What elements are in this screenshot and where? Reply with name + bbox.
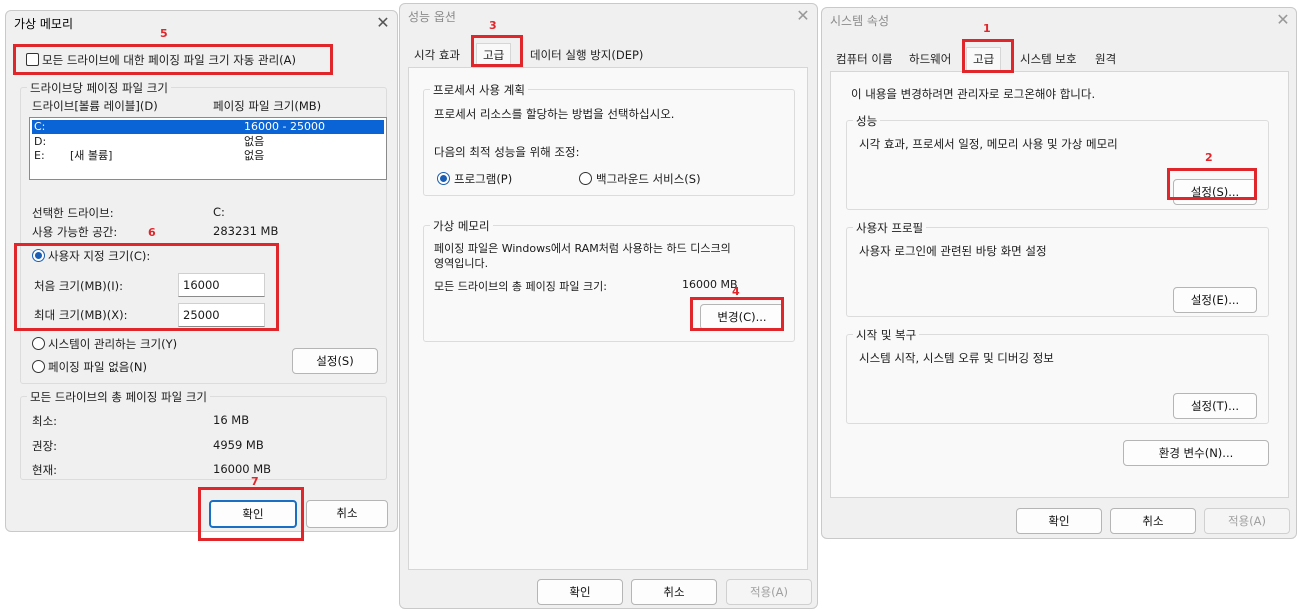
initial-size-label: 처음 크기(MB)(I):: [34, 279, 123, 293]
environment-variables-button[interactable]: 환경 변수(N)...: [1123, 440, 1269, 466]
tab-strip: 컴퓨터 이름 하드웨어 고급 시스템 보호 원격: [830, 47, 1290, 72]
drive-letter: E:: [34, 149, 45, 162]
ok-button[interactable]: 확인: [537, 579, 623, 605]
total-size-group: 모든 드라이브의 총 페이징 파일 크기: [20, 389, 387, 480]
programs-label: 프로그램(P): [454, 172, 513, 186]
close-icon[interactable]: ✕: [1273, 10, 1293, 30]
column-header-size: 페이징 파일 크기(MB): [213, 99, 322, 113]
custom-size-label: 사용자 지정 크기(C):: [48, 249, 151, 263]
apply-button[interactable]: 적용(A): [726, 579, 812, 605]
cancel-button[interactable]: 취소: [306, 500, 388, 528]
drive-list[interactable]: C: 16000 - 25000 D: 없음 E: [새 볼륨] 없음: [29, 117, 387, 180]
performance-desc: 시각 효과, 프로세서 일정, 메모리 사용 및 가상 메모리: [859, 137, 1118, 151]
adjust-label: 다음의 최적 성능을 위해 조정:: [434, 145, 580, 159]
close-icon[interactable]: ✕: [793, 6, 813, 26]
selected-drive-label: 선택한 드라이브:: [32, 206, 114, 220]
current-label: 현재:: [32, 463, 58, 477]
drive-volume-label: [새 볼륨]: [70, 149, 113, 162]
tab-remote[interactable]: 원격: [1089, 48, 1122, 70]
drive-size: 없음: [244, 135, 265, 148]
apply-button[interactable]: 적용(A): [1204, 508, 1290, 534]
drive-letter: C:: [34, 120, 46, 133]
vm-total-value: 16000 MB: [682, 278, 738, 291]
virtual-memory-group-label: 가상 메모리: [430, 218, 493, 234]
system-properties-dialog: 시스템 속성 ✕ 컴퓨터 이름 하드웨어 고급 시스템 보호 원격 이 내용을 …: [821, 7, 1297, 539]
performance-settings-button[interactable]: 설정(S)...: [1173, 179, 1257, 205]
free-space-value: 283231 MB: [213, 224, 279, 238]
no-paging-radio[interactable]: [32, 360, 45, 373]
tab-computer-name[interactable]: 컴퓨터 이름: [830, 48, 899, 70]
performance-options-dialog: 성능 옵션 ✕ 시각 효과 고급 데이터 실행 방지(DEP) 프로세서 사용 …: [399, 3, 818, 609]
user-profile-settings-button[interactable]: 설정(E)...: [1173, 287, 1257, 313]
custom-size-radio[interactable]: [32, 249, 45, 262]
dialog-title: 가상 메모리: [14, 17, 74, 31]
free-space-label: 사용 가능한 공간:: [32, 225, 118, 239]
annotation-number-4: 4: [732, 285, 740, 298]
annotation-number-3: 3: [489, 19, 497, 32]
auto-manage-label: 모든 드라이브에 대한 페이징 파일 크기 자동 관리(A): [42, 53, 297, 67]
user-profile-group-label: 사용자 프로필: [853, 220, 927, 236]
drive-size: 16000 - 25000: [244, 120, 325, 133]
vm-total-label: 모든 드라이브의 총 페이징 파일 크기:: [434, 280, 607, 293]
list-item[interactable]: D: 없음: [32, 135, 384, 149]
list-item[interactable]: C: 16000 - 25000: [32, 120, 384, 134]
user-profile-desc: 사용자 로그인에 관련된 바탕 화면 설정: [859, 244, 1047, 258]
min-value: 16 MB: [213, 413, 250, 427]
no-paging-label: 페이징 파일 없음(N): [48, 360, 147, 374]
tab-system-protection[interactable]: 시스템 보호: [1014, 48, 1083, 70]
current-value: 16000 MB: [213, 462, 272, 476]
ok-button[interactable]: 확인: [1016, 508, 1102, 534]
auto-manage-checkbox[interactable]: [26, 53, 39, 66]
annotation-number-1: 1: [983, 22, 991, 35]
dialog-title: 시스템 속성: [830, 14, 890, 28]
processor-desc: 프로세서 리소스를 할당하는 방법을 선택하십시오.: [434, 107, 675, 121]
annotation-number-6: 6: [148, 226, 156, 239]
vm-desc-line2: 영역입니다.: [434, 257, 489, 270]
tab-advanced[interactable]: 고급: [966, 47, 1002, 71]
set-button[interactable]: 설정(S): [292, 348, 378, 374]
recommended-label: 권장:: [32, 439, 58, 453]
list-item[interactable]: E: [새 볼륨] 없음: [32, 149, 384, 163]
tab-content: 프로세서 사용 계획 프로세서 리소스를 할당하는 방법을 선택하십시오. 다음…: [408, 67, 808, 570]
max-size-input[interactable]: 25000: [178, 303, 265, 327]
column-header-drive: 드라이브[볼륨 레이블](D): [32, 99, 158, 113]
annotation-number-2: 2: [1205, 151, 1213, 164]
max-size-label: 최대 크기(MB)(X):: [34, 308, 128, 322]
startup-recovery-group-label: 시작 및 복구: [853, 327, 920, 343]
tab-dep[interactable]: 데이터 실행 방지(DEP): [524, 44, 649, 66]
background-services-label: 백그라운드 서비스(S): [596, 172, 701, 186]
system-managed-radio[interactable]: [32, 337, 45, 350]
min-label: 최소:: [32, 414, 58, 428]
system-managed-label: 시스템이 관리하는 크기(Y): [48, 337, 178, 351]
vm-desc-line1: 페이징 파일은 Windows에서 RAM처럼 사용하는 하드 디스크의: [434, 242, 731, 255]
startup-recovery-desc: 시스템 시작, 시스템 오류 및 디버깅 정보: [859, 351, 1054, 365]
annotation-number-5: 5: [160, 27, 168, 40]
background-services-radio[interactable]: [579, 172, 592, 185]
tab-advanced[interactable]: 고급: [476, 43, 512, 67]
cancel-button[interactable]: 취소: [1110, 508, 1196, 534]
performance-group-label: 성능: [853, 113, 881, 129]
dialog-title: 성능 옵션: [408, 10, 456, 24]
admin-note: 이 내용을 변경하려면 관리자로 로그온해야 합니다.: [851, 87, 1096, 101]
tab-hardware[interactable]: 하드웨어: [903, 48, 957, 70]
annotation-number-7: 7: [251, 475, 259, 488]
recommended-value: 4959 MB: [213, 438, 264, 452]
tab-content: 이 내용을 변경하려면 관리자로 로그온해야 합니다. 성능 시각 효과, 프로…: [830, 71, 1289, 498]
drive-size: 없음: [244, 149, 265, 162]
programs-radio[interactable]: [437, 172, 450, 185]
selected-drive-value: C:: [213, 205, 225, 219]
virtual-memory-dialog: 가상 메모리 ✕ 모든 드라이브에 대한 페이징 파일 크기 자동 관리(A) …: [5, 10, 398, 532]
startup-recovery-settings-button[interactable]: 설정(T)...: [1173, 393, 1257, 419]
change-button[interactable]: 변경(C)...: [700, 304, 784, 330]
close-icon[interactable]: ✕: [373, 13, 393, 33]
cancel-button[interactable]: 취소: [631, 579, 717, 605]
tab-strip: 시각 효과 고급 데이터 실행 방지(DEP): [408, 43, 808, 68]
processor-group-label: 프로세서 사용 계획: [430, 82, 528, 98]
per-drive-group-label: 드라이브당 페이징 파일 크기: [27, 80, 171, 96]
tab-visual-effects[interactable]: 시각 효과: [408, 44, 466, 66]
initial-size-input[interactable]: 16000: [178, 273, 265, 297]
total-size-group-label: 모든 드라이브의 총 페이징 파일 크기: [27, 389, 210, 405]
drive-letter: D:: [34, 135, 47, 148]
ok-button[interactable]: 확인: [209, 500, 297, 528]
